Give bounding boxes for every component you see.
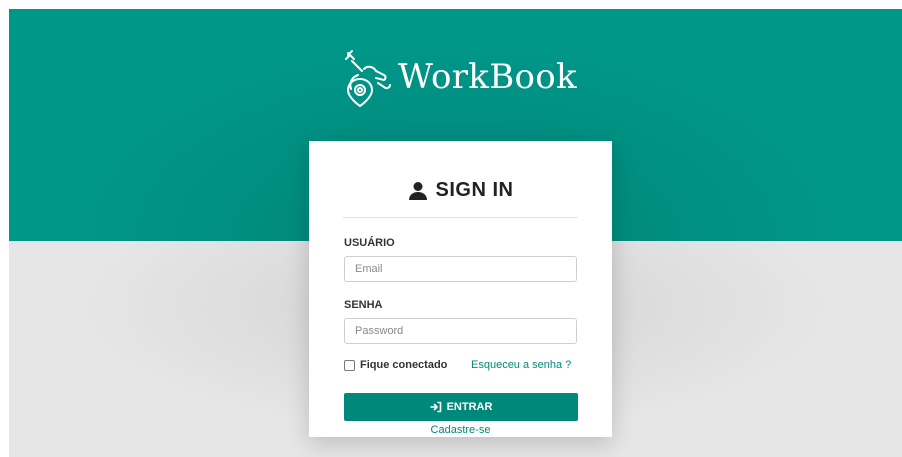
remember-label[interactable]: Fique conectado: [360, 359, 447, 371]
brand-name: WorkBook: [398, 57, 577, 97]
remember-me[interactable]: Fique conectado: [344, 359, 447, 371]
remember-checkbox[interactable]: [344, 359, 355, 371]
submit-label: ENTRAR: [446, 401, 493, 413]
email-field[interactable]: [344, 256, 577, 282]
password-label: SENHA: [344, 299, 383, 311]
username-label: USUÁRIO: [344, 237, 395, 249]
submit-button[interactable]: ENTRAR: [344, 393, 578, 421]
forgot-password-link[interactable]: Esqueceu a senha ?: [471, 359, 571, 371]
login-title: SIGN IN: [309, 179, 612, 202]
login-card: SIGN IN USUÁRIO SENHA Fique conectado Es…: [309, 141, 612, 437]
title-divider: [343, 217, 578, 218]
wrench-hand-location-icon: [345, 50, 392, 107]
password-field[interactable]: [344, 318, 577, 344]
login-title-text: SIGN IN: [435, 179, 514, 201]
sign-in-icon: [429, 401, 441, 413]
user-icon: [408, 181, 427, 200]
signup-link[interactable]: Cadastre-se: [309, 424, 612, 436]
page-frame: WorkBook SIGN IN USUÁRIO SENHA Fique con…: [9, 9, 902, 457]
brand: WorkBook: [9, 47, 902, 107]
